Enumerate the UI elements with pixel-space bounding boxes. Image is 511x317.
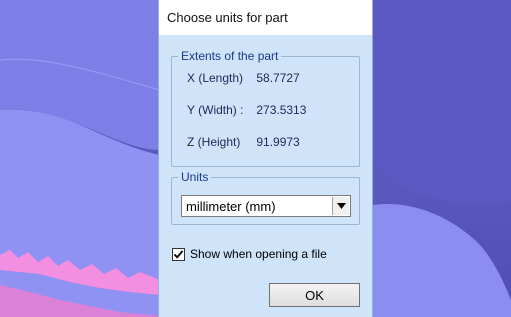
extents-group-label: Extents of the part: [178, 49, 282, 63]
extent-z-label: Z (Height): [187, 135, 241, 149]
show-when-opening-checkbox[interactable]: [172, 248, 185, 261]
extent-row-x: X (Length) 58.7727: [187, 71, 300, 85]
extent-z-value: 91.9973: [256, 135, 300, 149]
dialog-title: Choose units for part: [167, 10, 288, 25]
chevron-down-icon: [336, 203, 346, 209]
extent-y-value: 273.5313: [256, 103, 307, 117]
extent-x-value: 58.7727: [256, 71, 300, 85]
extent-y-label: Y (Width) :: [187, 103, 244, 117]
show-when-opening-label[interactable]: Show when opening a file: [190, 247, 327, 261]
model-surface-right-upper: [373, 0, 511, 205]
extents-group: Extents of the part X (Length) 58.7727 Y…: [171, 49, 360, 167]
model-surface-right-lower: [373, 204, 511, 317]
dialog-titlebar: Choose units for part: [159, 0, 372, 35]
units-selected-value: millimeter (mm): [186, 199, 276, 214]
extent-row-z: Z (Height) 91.9973: [187, 135, 300, 149]
checkmark-icon: [173, 250, 184, 259]
units-group-label: Units: [178, 170, 212, 184]
choose-units-dialog: Choose units for part Extents of the par…: [158, 0, 373, 317]
units-group: Units millimeter (mm): [171, 170, 360, 225]
ok-button[interactable]: OK: [269, 283, 360, 307]
dropdown-button[interactable]: [332, 197, 349, 215]
extent-row-y: Y (Width) : 273.5313: [187, 103, 306, 117]
extent-x-label: X (Length): [187, 71, 244, 85]
units-dropdown[interactable]: millimeter (mm): [181, 195, 351, 217]
